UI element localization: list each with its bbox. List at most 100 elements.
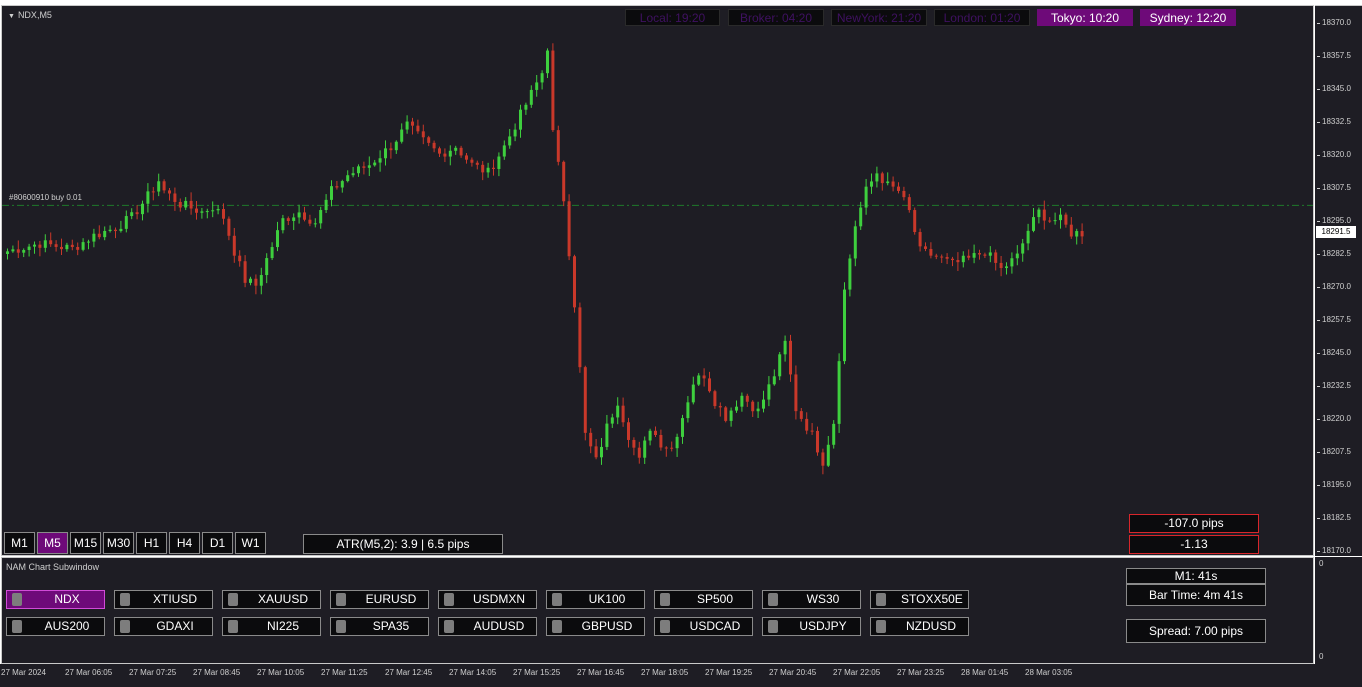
symbol-button-usdjpy[interactable]: USDJPY — [762, 617, 861, 636]
candle-body — [940, 256, 944, 258]
candle-body — [524, 104, 528, 110]
candle-body — [281, 218, 285, 231]
candle-body — [988, 252, 992, 256]
symbol-button-uk100[interactable]: UK100 — [546, 590, 645, 609]
candle-body — [578, 307, 582, 368]
candle-body — [702, 375, 706, 379]
candle-body — [141, 203, 144, 215]
symbol-button-ni225[interactable]: NI225 — [222, 617, 321, 636]
atr-readout: ATR(M5,2): 3.9 | 6.5 pips — [303, 534, 503, 554]
candle-body — [789, 340, 792, 375]
candles-group — [6, 43, 1084, 475]
price-tick: 18182.5 — [1317, 513, 1351, 522]
symbol-button-spa35[interactable]: SPA35 — [330, 617, 429, 636]
candle-body — [313, 223, 317, 225]
symbol-button-nzdusd[interactable]: NZDUSD — [870, 617, 969, 636]
timeframe-button-h1[interactable]: H1 — [136, 532, 167, 554]
status-led-icon — [660, 620, 670, 633]
candle-body — [729, 410, 733, 421]
candle-body — [843, 289, 846, 362]
candle-body — [826, 444, 830, 466]
candle-body — [216, 209, 220, 211]
candle-body — [81, 242, 85, 250]
time-tick: 27 Mar 14:05 — [449, 668, 497, 677]
timeframe-button-m30[interactable]: M30 — [103, 532, 134, 554]
price-tick: 18370.0 — [1317, 18, 1351, 27]
timeframe-button-h4[interactable]: H4 — [169, 532, 200, 554]
timeframe-button-w1[interactable]: W1 — [235, 532, 266, 554]
timeframe-button-m1[interactable]: M1 — [4, 532, 35, 554]
symbol-button-ndx[interactable]: NDX — [6, 590, 105, 609]
subwindow-title: NAM Chart Subwindow — [6, 562, 100, 572]
status-led-icon — [120, 620, 130, 633]
candle-body — [870, 181, 873, 187]
symbol-button-audusd[interactable]: AUDUSD — [438, 617, 537, 636]
candlestick-chart[interactable] — [2, 6, 1314, 556]
timeframe-button-m5[interactable]: M5 — [37, 532, 68, 554]
candle-body — [232, 235, 236, 256]
symbol-button-sp500[interactable]: SP500 — [654, 590, 753, 609]
candle-body — [432, 142, 436, 149]
candle-body — [416, 125, 420, 132]
price-tick: 18357.5 — [1317, 51, 1351, 60]
candle-body — [637, 447, 641, 458]
candle-body — [632, 439, 636, 448]
candle-body — [319, 210, 323, 224]
candle-body — [897, 186, 900, 191]
price-tick: 18320.0 — [1317, 150, 1351, 159]
symbol-button-aus200[interactable]: AUS200 — [6, 617, 105, 636]
candle-body — [405, 121, 409, 130]
candle-body — [967, 255, 971, 258]
symbol-button-stoxx50e[interactable]: STOXX50E — [870, 590, 969, 609]
candle-body — [1042, 209, 1046, 221]
bar-time: Bar Time: 4m 41s — [1126, 584, 1266, 606]
time-tick: 27 Mar 06:05 — [65, 668, 113, 677]
candle-body — [114, 229, 117, 232]
candle-body — [470, 159, 474, 163]
symbol-button-gdaxi[interactable]: GDAXI — [114, 617, 213, 636]
candle-body — [486, 167, 490, 173]
candle-body — [135, 212, 139, 215]
candle-body — [421, 131, 425, 138]
symbol-button-eurusd[interactable]: EURUSD — [330, 590, 429, 609]
candle-body — [551, 50, 555, 131]
candle-body — [961, 255, 965, 263]
candle-body — [70, 244, 74, 247]
price-tick: 18207.5 — [1317, 447, 1351, 456]
current-price-label: 18291.5 — [1316, 226, 1356, 238]
candle-body — [1026, 230, 1030, 244]
symbol-button-ws30[interactable]: WS30 — [762, 590, 861, 609]
price-tick: 18282.5 — [1317, 249, 1351, 258]
main-chart[interactable]: ▼ NDX,M5 #80600910 buy 0.01 Local: 19:20 … — [1, 5, 1314, 556]
candle-body — [648, 430, 652, 441]
timeframe-button-m15[interactable]: M15 — [70, 532, 101, 554]
candle-body — [378, 158, 382, 163]
candle-body — [556, 130, 560, 162]
candle-body — [691, 384, 695, 403]
candle-body — [400, 129, 404, 142]
candle-body — [956, 260, 960, 263]
time-tick: 27 Mar 08:45 — [193, 668, 241, 677]
candle-body — [1010, 258, 1014, 267]
candle-body — [465, 155, 468, 160]
candle-body — [508, 136, 512, 146]
symbol-button-xtiusd[interactable]: XTIUSD — [114, 590, 213, 609]
candle-body — [589, 432, 593, 447]
candle-body — [178, 201, 182, 208]
symbol-button-usdcad[interactable]: USDCAD — [654, 617, 753, 636]
price-axis[interactable]: 18370.0 18357.5 18345.0 18332.5 18320.0 18307… — [1315, 5, 1362, 556]
status-led-icon — [768, 620, 778, 633]
candle-body — [205, 211, 209, 213]
candle-body — [535, 82, 539, 90]
symbol-button-xauusd[interactable]: XAUUSD — [222, 590, 321, 609]
symbol-button-gbpusd[interactable]: GBPUSD — [546, 617, 645, 636]
candle-body — [292, 217, 296, 221]
time-tick: 27 Mar 12:45 — [385, 668, 433, 677]
candle-body — [308, 219, 312, 224]
candle-body — [605, 423, 609, 447]
time-axis[interactable]: 27 Mar 2024 27 Mar 06:05 27 Mar 07:25 27 Ma… — [0, 664, 1362, 687]
candle-body — [502, 145, 506, 157]
candle-body — [362, 166, 366, 168]
symbol-button-usdmxn[interactable]: USDMXN — [438, 590, 537, 609]
timeframe-button-d1[interactable]: D1 — [202, 532, 233, 554]
